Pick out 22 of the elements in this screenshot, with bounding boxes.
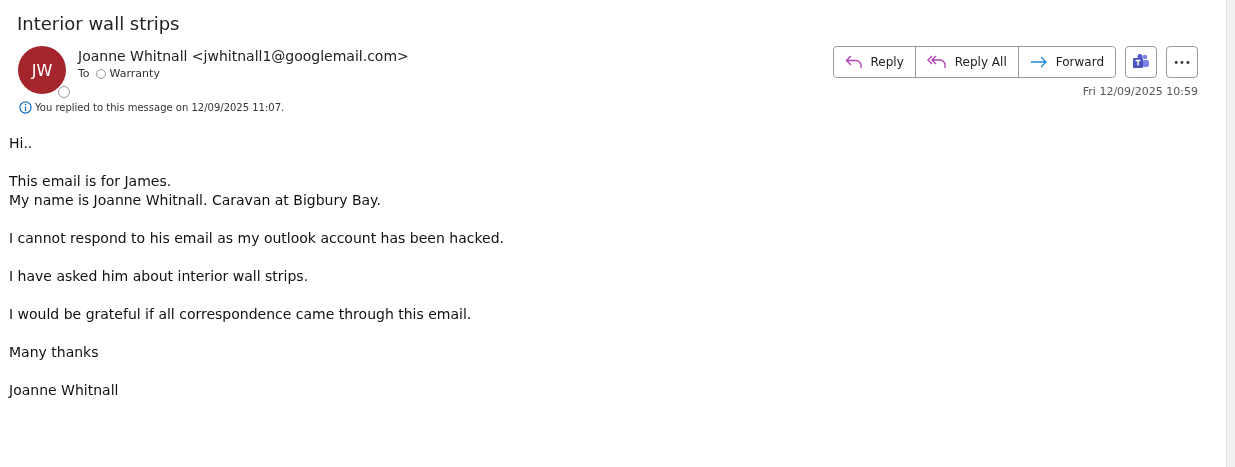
teams-button[interactable] <box>1125 46 1157 78</box>
email-subject: Interior wall strips <box>17 13 181 34</box>
body-paragraph: Joanne Whitnall <box>9 381 120 400</box>
presence-icon <box>58 86 70 98</box>
sender-name[interactable]: Joanne Whitnall <jwhitnall1@googlemail.com> <box>78 48 409 64</box>
body-paragraph: Many thanks <box>9 343 100 362</box>
body-paragraph: I would be grateful if all correspondence came through this email. <box>9 305 473 324</box>
reply-notice: You replied to this message on 12/09/2025 11:07. <box>35 102 285 113</box>
reply-all-icon <box>926 55 947 69</box>
reply-icon <box>844 55 863 69</box>
received-date: Fri 12/09/2025 10:59 <box>1082 85 1198 98</box>
more-button[interactable]: ••• <box>1166 46 1198 78</box>
body-paragraph: I cannot respond to his email as my outlook account has been hacked. <box>9 229 505 248</box>
forward-icon <box>1029 56 1048 68</box>
info-icon <box>19 101 32 114</box>
recipient-name[interactable]: Warranty <box>109 67 160 80</box>
body-paragraph: I have asked him about interior wall strips. <box>9 267 310 286</box>
teams-icon <box>1132 54 1150 70</box>
forward-button[interactable]: Forward <box>1017 47 1115 77</box>
to-label: To <box>78 67 90 80</box>
body-paragraph: This email is for James. My name is Joanne Whitnall. Caravan at Bigbury Bay. <box>9 172 382 210</box>
body-paragraph: Hi.. <box>9 134 34 153</box>
